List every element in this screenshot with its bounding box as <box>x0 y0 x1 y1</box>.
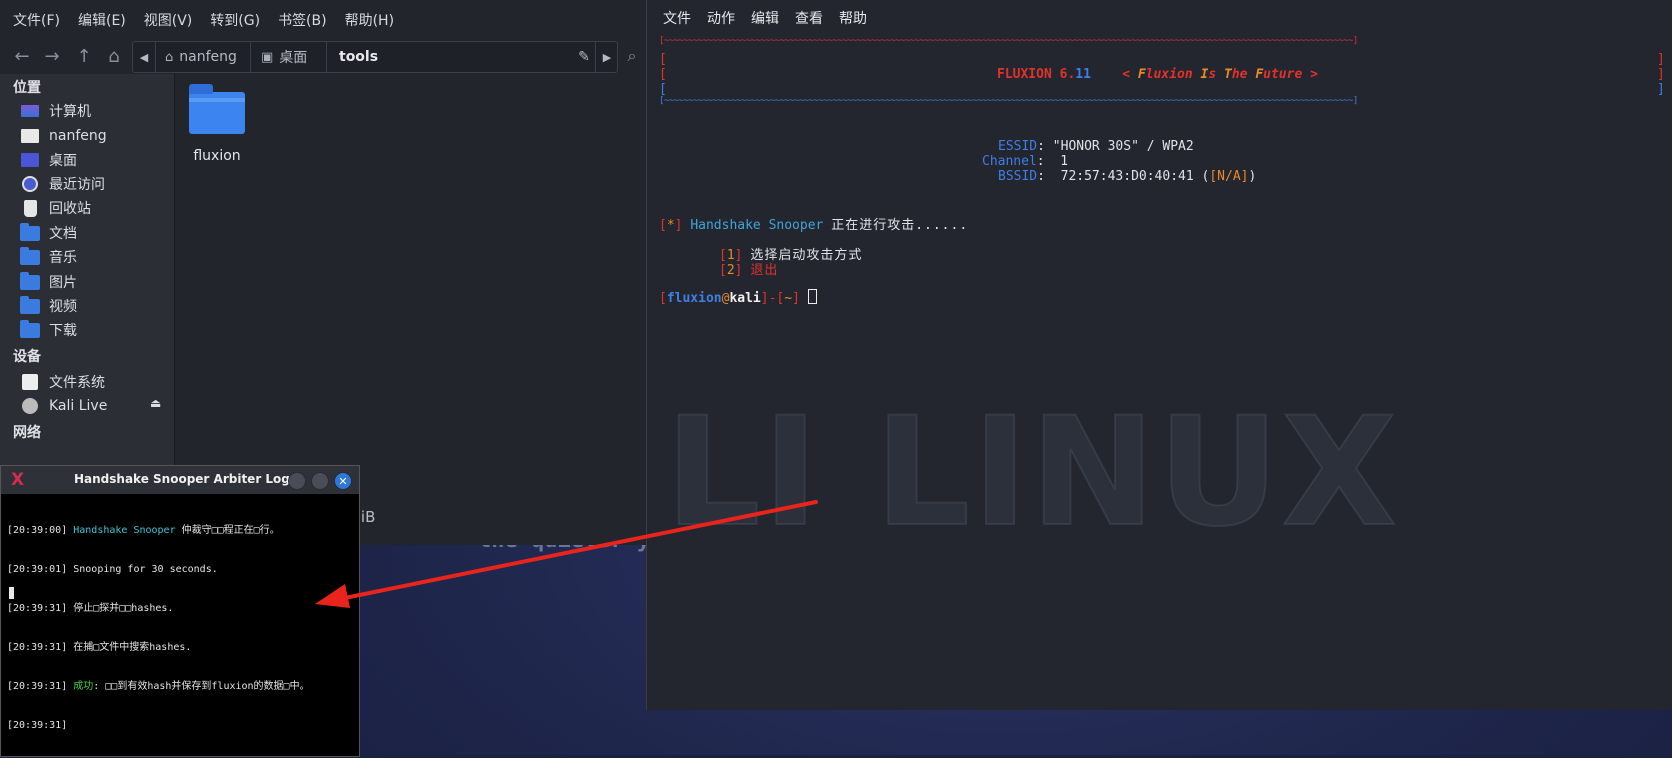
file-item-fluxion[interactable]: fluxion <box>175 74 259 164</box>
terminal-menu-file[interactable]: 文件 <box>663 8 691 28</box>
sidebar-item-kali-live[interactable]: Kali Live <box>20 395 170 417</box>
sidebar-header-places: 位置 <box>13 80 41 96</box>
file-manager-toolbar: ← → ↑ ⌂ ◀ ⌂ nanfeng ▣ 桌面 tools ✎ ▶ ⌕ <box>0 40 648 74</box>
sidebar-header-network: 网络 <box>13 425 41 441</box>
computer-icon <box>20 102 40 120</box>
path-left-chevron-icon[interactable]: ◀ <box>133 42 156 72</box>
banner-side: [ <box>659 52 667 67</box>
bssid-line: BSSID: 72:57:43:D0:40:41 ([N/A]) <box>998 169 1257 184</box>
menu-bookmarks[interactable]: 书签(B) <box>278 10 327 30</box>
option-2: [2] 退出 <box>719 263 779 278</box>
shell-prompt: [fluxion@kali]-[~] <box>659 289 817 306</box>
downloads-folder-icon <box>20 319 40 339</box>
home-folder-icon <box>20 127 40 145</box>
log-output[interactable]: [20:39:00] Handshake Snooper 仲裁守□□程正在□行。… <box>7 498 355 758</box>
terminal-output[interactable]: LI LINUX [~~~~~~~~~~~~~~~~~~~~~~~~~~~~~~… <box>659 36 1669 706</box>
fluxion-tagline: < Fluxion Is The Future > <box>1122 67 1318 82</box>
menu-edit[interactable]: 编辑(E) <box>78 10 126 30</box>
sidebar-item-computer[interactable]: 计算机 <box>20 100 170 122</box>
menu-help[interactable]: 帮助(H) <box>345 10 394 30</box>
sidebar-item-pictures[interactable]: 图片 <box>20 271 170 293</box>
terminal-menu-view[interactable]: 查看 <box>795 8 823 28</box>
maximize-button[interactable] <box>311 472 329 490</box>
log-line: [20:39:31] 在捕□文件中搜索hashes. <box>7 642 192 653</box>
terminal-window: 文件 动作 编辑 查看 帮助 LI LINUX [~~~~~~~~~~~~~~~… <box>646 0 1672 710</box>
menu-go[interactable]: 转到(G) <box>210 10 260 30</box>
music-folder-icon <box>20 246 40 266</box>
log-cursor <box>9 587 14 599</box>
disc-icon <box>20 397 40 415</box>
x-terminal-icon: X <box>11 470 25 490</box>
sidebar-item-music[interactable]: 音乐 <box>20 246 170 268</box>
home-icon[interactable]: ⌂ <box>102 42 126 70</box>
sidebar-item-filesystem[interactable]: 文件系统 <box>20 371 170 393</box>
minimize-button[interactable] <box>288 472 306 490</box>
breadcrumb-tools[interactable]: tools <box>327 42 387 72</box>
log-line: [20:39:01] Snooping for 30 seconds. <box>7 564 218 575</box>
banner-side: [ <box>659 67 667 82</box>
sidebar-item-documents[interactable]: 文档 <box>20 222 170 244</box>
documents-folder-icon <box>20 222 40 242</box>
banner-side: ] <box>1657 52 1665 67</box>
sidebar-item-videos[interactable]: 视频 <box>20 295 170 317</box>
sidebar-item-desktop[interactable]: 桌面 <box>20 149 170 171</box>
path-bar: ◀ ⌂ nanfeng ▣ 桌面 tools ✎ ▶ <box>132 41 618 73</box>
close-button[interactable]: ✕ <box>334 472 352 490</box>
kali-linux-watermark: LI LINUX <box>664 385 1399 561</box>
path-right-chevron-icon[interactable]: ▶ <box>595 42 618 72</box>
log-window-title: Handshake Snooper Arbiter Log <box>74 472 290 486</box>
back-arrow-icon[interactable]: ← <box>10 42 34 70</box>
forward-arrow-icon[interactable]: → <box>40 42 64 70</box>
terminal-menu-actions[interactable]: 动作 <box>707 8 735 28</box>
banner-side: ] <box>1657 67 1665 82</box>
pictures-folder-icon <box>20 271 40 291</box>
menu-view[interactable]: 视图(V) <box>144 10 193 30</box>
search-icon[interactable]: ⌕ <box>620 42 644 70</box>
log-line: [20:39:00] Handshake Snooper 仲裁守□□程正在□行。 <box>7 525 280 536</box>
filesystem-icon <box>20 373 40 391</box>
terminal-menu-help[interactable]: 帮助 <box>839 8 867 28</box>
fluxion-banner: FLUXION 6.11 < Fluxion Is The Future > <box>997 67 1318 82</box>
channel-line: Channel: 1 <box>982 154 1069 169</box>
essid-line: ESSID: "HONOR 30S" / WPA2 <box>998 139 1194 154</box>
edit-path-icon[interactable]: ✎ <box>573 42 595 72</box>
banner-bottom-border: [~~~~~~~~~~~~~~~~~~~~~~~~~~~~~~~~~~~~~~~… <box>659 96 1358 106</box>
home-icon: ⌂ <box>165 49 174 65</box>
desktop-icon: ▣ <box>261 49 274 65</box>
log-line: [20:39:31] <box>7 720 68 731</box>
log-line: [20:39:31] 成功: □□到有效hash并保存到fluxion的数据□中… <box>7 681 310 692</box>
breadcrumb-home[interactable]: ⌂ nanfeng <box>155 42 251 72</box>
log-titlebar[interactable]: X Handshake Snooper Arbiter Log ✕ <box>1 466 359 494</box>
file-manager-menubar: 文件(F) 编辑(E) 视图(V) 转到(G) 书签(B) 帮助(H) <box>0 0 648 40</box>
eject-icon[interactable]: ⏏ <box>150 396 161 410</box>
terminal-menubar: 文件 动作 编辑 查看 帮助 <box>647 0 1672 36</box>
terminal-menu-edit[interactable]: 编辑 <box>751 8 779 28</box>
file-manager-window: 文件(F) 编辑(E) 视图(V) 转到(G) 书签(B) 帮助(H) ← → … <box>0 0 649 545</box>
menu-file[interactable]: 文件(F) <box>13 10 60 30</box>
up-arrow-icon[interactable]: ↑ <box>72 42 96 70</box>
desktop-icon <box>20 151 40 169</box>
sidebar-item-home[interactable]: nanfeng <box>20 125 170 147</box>
recent-icon <box>20 175 40 193</box>
trash-icon <box>20 199 40 217</box>
banner-side: ] <box>1657 82 1665 97</box>
breadcrumb-desktop[interactable]: ▣ 桌面 <box>251 42 327 72</box>
sidebar-item-trash[interactable]: 回收站 <box>20 197 170 219</box>
attack-status-line: [*] Handshake Snooper 正在进行攻击...... <box>659 218 969 233</box>
arbiter-log-window: X Handshake Snooper Arbiter Log ✕ [20:39… <box>0 465 360 757</box>
terminal-cursor <box>807 289 817 304</box>
close-icon: ✕ <box>338 474 348 488</box>
banner-side: [ <box>659 82 667 97</box>
sidebar-header-devices: 设备 <box>13 349 41 365</box>
videos-folder-icon <box>20 295 40 315</box>
folder-icon <box>189 84 245 134</box>
log-line: [20:39:31] 停止□探并□□hashes. <box>7 603 174 614</box>
sidebar-item-recent[interactable]: 最近访问 <box>20 173 170 195</box>
banner-top-border: [~~~~~~~~~~~~~~~~~~~~~~~~~~~~~~~~~~~~~~~… <box>659 36 1358 46</box>
sidebar-item-downloads[interactable]: 下载 <box>20 319 170 341</box>
